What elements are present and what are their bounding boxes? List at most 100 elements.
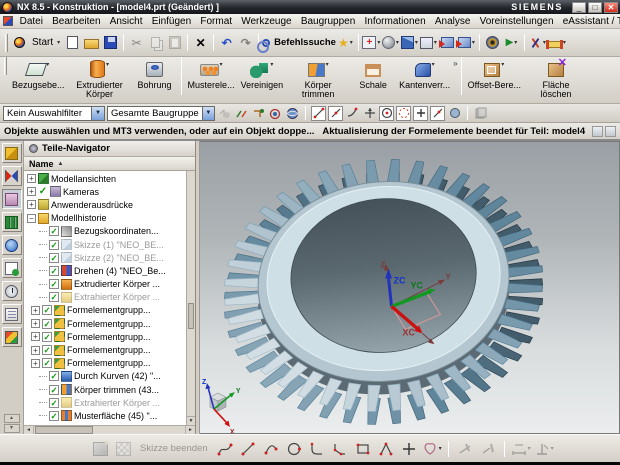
measure-distance-button[interactable]: ▾ <box>547 33 566 53</box>
menu-eassistant-tbk[interactable]: eAssistant / TBK <box>558 16 620 27</box>
tree-item[interactable]: +✓Formelementgrupp... <box>24 317 186 330</box>
checkbox-icon[interactable]: ✓ <box>49 266 59 276</box>
assembly-navigator-button[interactable] <box>2 143 22 163</box>
cut-button[interactable]: ✂ <box>127 33 146 53</box>
true-shading-button[interactable] <box>483 33 502 53</box>
graphics-viewport[interactable]: ZC YC XC Z Y Z Y X <box>200 141 620 434</box>
tree-item[interactable]: ✓Bezugskoordinaten... <box>24 225 186 238</box>
measure-button[interactable]: ▾ <box>528 33 547 53</box>
close-button[interactable]: ✕ <box>604 2 618 13</box>
collapse-icon[interactable]: − <box>27 214 36 223</box>
system-materials-button[interactable] <box>2 304 22 324</box>
tree-item[interactable]: ✓Musterfläche (45) "... <box>24 409 186 422</box>
edit-section-button[interactable]: ▾ <box>457 33 476 53</box>
prompt-bar-icon[interactable] <box>605 126 616 137</box>
expand-icon[interactable]: + <box>31 319 40 328</box>
show-hide-button[interactable]: ★▾ <box>336 33 355 53</box>
maximize-button[interactable]: □ <box>588 2 602 13</box>
snap-tangent-toggle[interactable] <box>345 106 360 121</box>
checkbox-icon[interactable]: ✓ <box>49 226 59 236</box>
expand-icon[interactable]: + <box>27 187 36 196</box>
expand-icon[interactable]: + <box>31 306 40 315</box>
checkbox-icon[interactable]: ✓ <box>42 345 52 355</box>
extrude-button[interactable]: ▾ Extrudierter Körper <box>68 57 132 103</box>
offset-region-button[interactable]: ▾ Offset-Bere... <box>465 57 524 103</box>
selection-scope-dropdown[interactable]: Gesamte Baugruppe ▼ <box>107 106 215 121</box>
constraints-button[interactable]: ▾ <box>534 439 554 459</box>
chevron-down-icon[interactable]: ▾ <box>220 62 223 68</box>
menu-ansicht[interactable]: Ansicht <box>105 16 147 27</box>
finish-sketch-button[interactable] <box>113 439 133 459</box>
sketch-button[interactable] <box>90 439 110 459</box>
tree-item[interactable]: +✓Kameras <box>24 185 186 198</box>
orient-view-button[interactable]: ▾ <box>400 33 419 53</box>
section-view-button[interactable] <box>438 33 457 53</box>
snap-existing-point-toggle[interactable] <box>413 106 428 121</box>
new-file-button[interactable] <box>63 33 82 53</box>
expand-icon[interactable]: + <box>31 359 40 368</box>
wireframe-view-button[interactable]: ▾ <box>419 33 438 53</box>
tree-item[interactable]: −Modellhistorie <box>24 212 186 225</box>
menu-informationen[interactable]: Informationen <box>360 16 430 27</box>
checkbox-icon[interactable]: ✓ <box>49 385 59 395</box>
shell-button[interactable]: Schale <box>350 57 396 103</box>
tree-item[interactable]: ✓Extrahierter Körper ... <box>24 396 186 409</box>
web-browser-button[interactable] <box>2 235 22 255</box>
checkbox-icon[interactable]: ✓ <box>49 253 59 263</box>
tree-item[interactable]: ✓Extrahierter Körper ... <box>24 291 186 304</box>
sort-asc-icon[interactable]: ▲ <box>58 161 64 167</box>
undo-button[interactable]: ↶ <box>217 33 236 53</box>
toolbar-grip[interactable] <box>5 34 8 52</box>
horizontal-scrollbar[interactable]: ◄ ► <box>24 425 195 434</box>
circle-tool-button[interactable] <box>284 439 304 459</box>
scroll-right-button[interactable]: ► <box>185 426 195 434</box>
selection-filter-dropdown[interactable]: Kein Auswahlfilter ▼ <box>3 106 105 121</box>
chamfer-tool-button[interactable] <box>330 439 350 459</box>
trim-body-button[interactable]: ▾ Körper trimmen <box>286 57 350 103</box>
expand-icon[interactable]: + <box>27 200 36 209</box>
checkbox-icon[interactable]: ✓ <box>42 358 52 368</box>
sphere-select-button[interactable] <box>285 106 300 121</box>
fit-view-button[interactable]: +▾ <box>362 33 381 53</box>
hole-button[interactable]: Bohrung <box>132 57 178 103</box>
dimension-button[interactable]: ▾ <box>511 439 531 459</box>
snap-midpoint-toggle[interactable] <box>328 106 343 121</box>
delete-face-button[interactable]: Fläche löschen <box>524 57 588 103</box>
tree-item[interactable]: +✓Formelementgrupp... <box>24 357 186 370</box>
paste-button[interactable] <box>165 33 184 53</box>
tree-item[interactable]: ✓Skizze (2) "NEO_BE... <box>24 251 186 264</box>
studio-spline-button[interactable]: ▾ <box>422 439 442 459</box>
datum-plane-button[interactable]: ▾ Bezugsebe... <box>9 57 68 103</box>
history-palette-button[interactable] <box>2 258 22 278</box>
start-menu-button[interactable]: Start▾ <box>29 33 63 53</box>
prompt-bar-icon[interactable] <box>592 126 603 137</box>
chevron-down-icon[interactable]: ▾ <box>439 445 442 452</box>
fillet-tool-button[interactable] <box>307 439 327 459</box>
line-tool-button[interactable] <box>238 439 258 459</box>
chevron-down-icon[interactable]: ▾ <box>326 62 329 68</box>
shaded-view-button[interactable]: ▾ <box>381 33 400 53</box>
roles-button[interactable] <box>2 327 22 347</box>
polygon-tool-button[interactable] <box>376 439 396 459</box>
point-tool-button[interactable] <box>399 439 419 459</box>
dropdown-button[interactable]: ▼ <box>202 107 214 120</box>
expand-icon[interactable]: + <box>27 174 36 183</box>
scroll-down-button[interactable]: ▼ <box>4 424 20 433</box>
toolbar-grip[interactable] <box>4 57 7 75</box>
redo-button[interactable]: ↷ <box>236 33 255 53</box>
tree-item[interactable]: +✓Formelementgrupp... <box>24 330 186 343</box>
snap-quadrant-toggle[interactable] <box>396 106 411 121</box>
checkbox-icon[interactable]: ✓ <box>49 411 59 421</box>
checkbox-icon[interactable]: ✓ <box>42 305 52 315</box>
save-button[interactable] <box>101 33 120 53</box>
animation-button[interactable]: ▶▾ <box>502 33 521 53</box>
snap-point-on-face-toggle[interactable] <box>447 106 462 121</box>
chevron-down-icon[interactable]: ▾ <box>528 445 531 452</box>
pattern-feature-button[interactable]: ▾ Musterele... <box>185 57 238 103</box>
snap-arc-center-toggle[interactable] <box>379 106 394 121</box>
quick-trim-button[interactable] <box>455 439 475 459</box>
select-all-button[interactable] <box>217 106 232 121</box>
overflow-icon[interactable]: » <box>453 59 457 68</box>
expand-icon[interactable]: + <box>31 346 40 355</box>
quick-extend-button[interactable] <box>478 439 498 459</box>
